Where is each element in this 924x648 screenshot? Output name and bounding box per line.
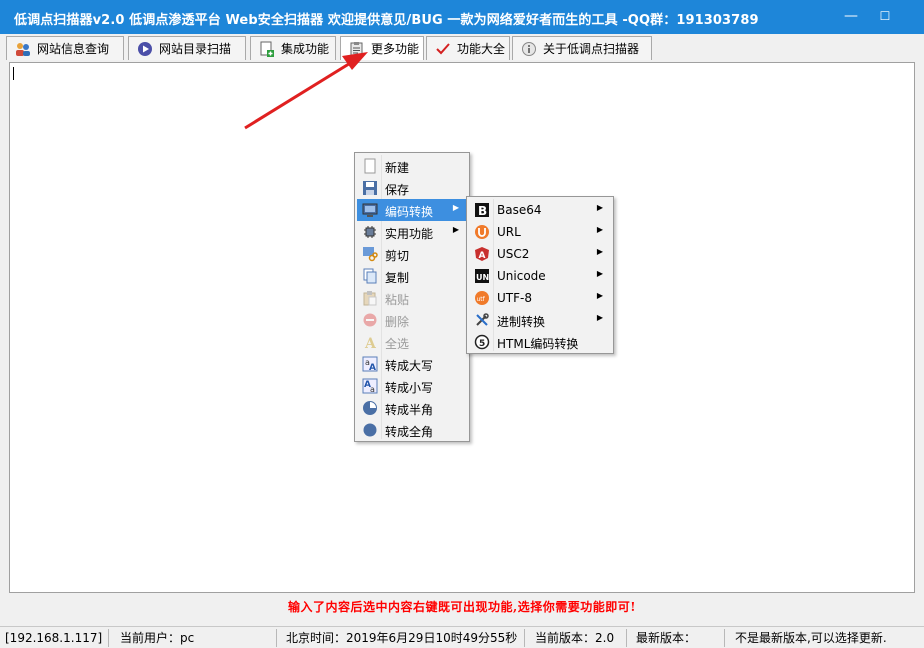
menu-item-sub-3[interactable]: UN Unicode ▶ <box>469 265 611 287</box>
menu-item-ctx-11[interactable]: 转成半角 <box>357 397 467 419</box>
menu-item-label: 转成半角 <box>385 403 434 417</box>
uppercase-icon: aA <box>362 356 378 373</box>
status-version: 当前版本：2.0 <box>535 631 615 645</box>
menu-item-label: 编码转换 <box>385 205 434 219</box>
menu-item-sub-1[interactable]: URL ▶ <box>469 221 611 243</box>
cut-icon <box>362 246 378 262</box>
menu-item-label: 全选 <box>385 337 410 351</box>
menu-item-label: Unicode <box>497 269 546 283</box>
svg-text:B: B <box>478 204 487 218</box>
menu-item-label: UTF-8 <box>497 291 532 305</box>
menu-item-label: URL <box>497 225 521 239</box>
menu-item-label: 粘贴 <box>385 293 410 307</box>
svg-text:UN: UN <box>476 273 489 282</box>
menu-item-ctx-1[interactable]: 保存 <box>357 177 467 199</box>
menu-item-ctx-0[interactable]: 新建 <box>357 155 467 177</box>
menu-item-sub-2[interactable]: A USC2 ▶ <box>469 243 611 265</box>
select-all-icon: A <box>362 334 378 352</box>
status-latest-version: 最新版本： <box>636 631 697 645</box>
chip-icon <box>362 224 378 240</box>
menu-item-label: 转成全角 <box>385 425 434 439</box>
html-icon: 5 <box>474 334 490 350</box>
save-icon <box>362 180 378 196</box>
submenu-arrow-icon: ▶ <box>596 313 603 322</box>
submenu-arrow-icon: ▶ <box>596 225 603 234</box>
menu-item-ctx-2[interactable]: 编码转换 ▶ <box>357 199 467 221</box>
context-menu: 新建 保存 编码转换 ▶ 实用功能 ▶ 剪切 复制 粘贴 删除 A 全选 a A 转成大写 Aa 转成小写 转成半… <box>354 152 470 442</box>
status-update-info: 不是最新版本,可以选择更新. <box>735 631 887 645</box>
menu-item-sub-4[interactable]: utf UTF-8 ▶ <box>469 287 611 309</box>
submenu-arrow-icon: ▶ <box>596 247 603 256</box>
bold-b-icon: B <box>474 202 490 218</box>
encoding-submenu: B Base64 ▶ URL ▶ A USC2 ▶ UN Unicode ▶ utf UTF-8 ▶ 进制转… <box>466 196 614 354</box>
menu-item-label: 复制 <box>385 271 410 285</box>
svg-text:a: a <box>370 385 375 394</box>
menu-item-ctx-10[interactable]: Aa 转成小写 <box>357 375 467 397</box>
menu-item-label: 删除 <box>385 315 410 329</box>
submenu-arrow-icon: ▶ <box>452 203 459 212</box>
menu-item-ctx-12[interactable]: 转成全角 <box>357 419 467 441</box>
usage-hint: 输入了内容后选中内容右键既可出现功能,选择你需要功能即可! <box>288 600 636 614</box>
menu-item-label: Base64 <box>497 203 542 217</box>
status-ip: [192.168.1.117] <box>5 631 103 645</box>
svg-text:5: 5 <box>479 339 485 349</box>
submenu-arrow-icon: ▶ <box>596 291 603 300</box>
orange-u-icon <box>474 224 490 240</box>
menu-item-ctx-3[interactable]: 实用功能 ▶ <box>357 221 467 243</box>
monitor-icon <box>362 202 378 218</box>
paste-icon <box>362 290 378 306</box>
menu-item-sub-5[interactable]: 进制转换 ▶ <box>469 309 611 331</box>
status-separator <box>108 629 109 647</box>
new-file-icon <box>362 158 378 174</box>
status-separator <box>724 629 725 647</box>
un-icon: UN <box>474 268 490 284</box>
menu-item-ctx-7[interactable]: 删除 <box>357 309 467 331</box>
menu-item-label: USC2 <box>497 247 530 261</box>
orange-utf-icon: utf <box>474 290 490 306</box>
menu-item-label: 保存 <box>385 183 410 197</box>
menu-item-label: 进制转换 <box>497 315 546 329</box>
svg-text:A: A <box>364 336 377 350</box>
submenu-arrow-icon: ▶ <box>452 225 459 234</box>
status-user: 当前用户：pc <box>120 631 195 645</box>
svg-text:A: A <box>479 251 486 261</box>
status-separator <box>626 629 627 647</box>
menu-item-ctx-4[interactable]: 剪切 <box>357 243 467 265</box>
submenu-arrow-icon: ▶ <box>596 269 603 278</box>
delete-icon <box>362 312 378 328</box>
menu-item-ctx-6[interactable]: 粘贴 <box>357 287 467 309</box>
menu-item-sub-6[interactable]: 5 HTML编码转换 <box>469 331 611 353</box>
status-separator <box>276 629 277 647</box>
menu-item-ctx-8[interactable]: A 全选 <box>357 331 467 353</box>
half-circle-icon <box>362 400 378 416</box>
menu-item-ctx-9[interactable]: a A 转成大写 <box>357 353 467 375</box>
lowercase-icon: Aa <box>362 378 378 394</box>
submenu-arrow-icon: ▶ <box>596 203 603 212</box>
svg-text:A: A <box>369 363 376 372</box>
svg-text:utf: utf <box>477 296 486 303</box>
status-time: 北京时间：2019年6月29日10时49分55秒 <box>286 631 518 645</box>
full-circle-icon <box>362 422 378 438</box>
tools-icon <box>474 312 490 328</box>
copy-icon <box>362 268 378 284</box>
menu-item-label: 新建 <box>385 161 410 175</box>
menu-item-label: HTML编码转换 <box>497 337 579 351</box>
menu-item-sub-0[interactable]: B Base64 ▶ <box>469 199 611 221</box>
menu-item-ctx-5[interactable]: 复制 <box>357 265 467 287</box>
menu-item-label: 转成小写 <box>385 381 434 395</box>
menu-item-label: 实用功能 <box>385 227 434 241</box>
status-separator <box>524 629 525 647</box>
menu-item-label: 转成大写 <box>385 359 434 373</box>
menu-item-label: 剪切 <box>385 249 410 263</box>
red-a-icon: A <box>474 246 490 262</box>
status-bar: [192.168.1.117] 当前用户：pc 北京时间：2019年6月29日1… <box>0 626 924 648</box>
